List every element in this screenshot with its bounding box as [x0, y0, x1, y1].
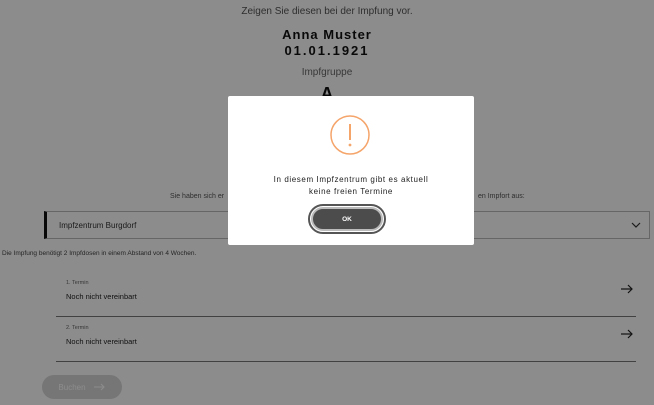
- dialog-message: In diesem Impfzentrum gibt es aktuell ke…: [238, 174, 464, 198]
- warning-icon: [330, 115, 370, 155]
- dialog-message-line-1: In diesem Impfzentrum gibt es aktuell: [273, 175, 429, 184]
- ok-button[interactable]: OK: [308, 204, 386, 234]
- no-appointments-dialog: In diesem Impfzentrum gibt es aktuell ke…: [228, 96, 474, 245]
- dialog-message-line-2: keine freien Termine: [309, 187, 393, 196]
